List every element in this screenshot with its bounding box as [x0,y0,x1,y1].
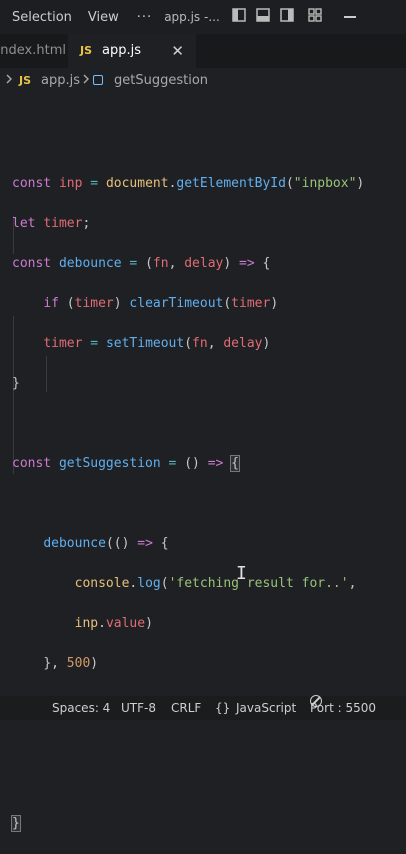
code-line-3: const debounce = (fn, delay) => { [12,256,271,271]
code-line-10: console.log('fetching result for..', [74,576,357,591]
toggle-panel-icon[interactable] [256,8,270,26]
code-line-11: inp.value) [74,616,153,631]
symbol-method-icon [93,68,103,94]
language-braces-icon: {} [215,701,231,715]
status-indentation[interactable]: Spaces: 4 [52,696,110,720]
tab-app-js[interactable]: JS app.js ✕ [68,34,196,68]
menu-view[interactable]: View [72,10,119,25]
window-title: app.js -... [164,10,220,24]
toggle-secondary-sidebar-icon[interactable] [280,8,294,26]
status-bar: Spaces: 4 UTF-8 CRLF {} JavaScript Port … [0,695,406,720]
tab-bar: index.html JS app.js ✕ [0,34,406,68]
breadcrumb-symbol[interactable]: getSuggestion [114,68,208,94]
code-line-2: let timer; [12,216,91,231]
toggle-sidebar-icon[interactable] [232,8,246,26]
menu-selection[interactable]: Selection [0,10,72,25]
code-line-17: } [11,814,406,834]
chevron-right-icon [5,68,13,94]
javascript-file-icon: JS [19,74,32,87]
code-line-4: if (timer) clearTimeout(timer) [43,296,279,311]
breadcrumb: JS app.js getSuggestion [0,68,406,94]
code-line-6: } [12,376,20,391]
tab-label: app.js [102,43,141,58]
code-line-9: debounce(() => { [43,536,169,551]
text-cursor-icon: I [236,563,247,584]
status-eol[interactable]: CRLF [171,696,201,720]
close-tab-icon[interactable]: ✕ [171,34,184,68]
bracket-match-close: } [11,815,21,832]
breadcrumb-file[interactable]: app.js [41,68,80,94]
minimize-icon[interactable] [343,16,356,18]
code-line-7: const getSuggestion = () => { [12,455,240,472]
customize-layout-icon[interactable] [308,8,322,26]
status-encoding[interactable]: UTF-8 [121,696,156,720]
bracket-match-open: { [230,455,240,472]
code-line-1: const inp = document.getElementById("inp… [12,176,365,191]
code-editor[interactable]: const inp = document.getElementById("inp… [11,154,406,854]
more-menu-icon[interactable]: ··· [137,10,152,25]
code-line-5: timer = setTimeout(fn, delay) [43,336,271,351]
menu-bar: Selection View ··· app.js -... [0,0,406,34]
tab-index-html[interactable]: index.html [0,34,66,68]
javascript-file-icon: JS [80,44,93,57]
status-language[interactable]: JavaScript [236,696,296,720]
chevron-right-icon [82,68,90,94]
code-line-12: }, 500) [43,656,99,671]
